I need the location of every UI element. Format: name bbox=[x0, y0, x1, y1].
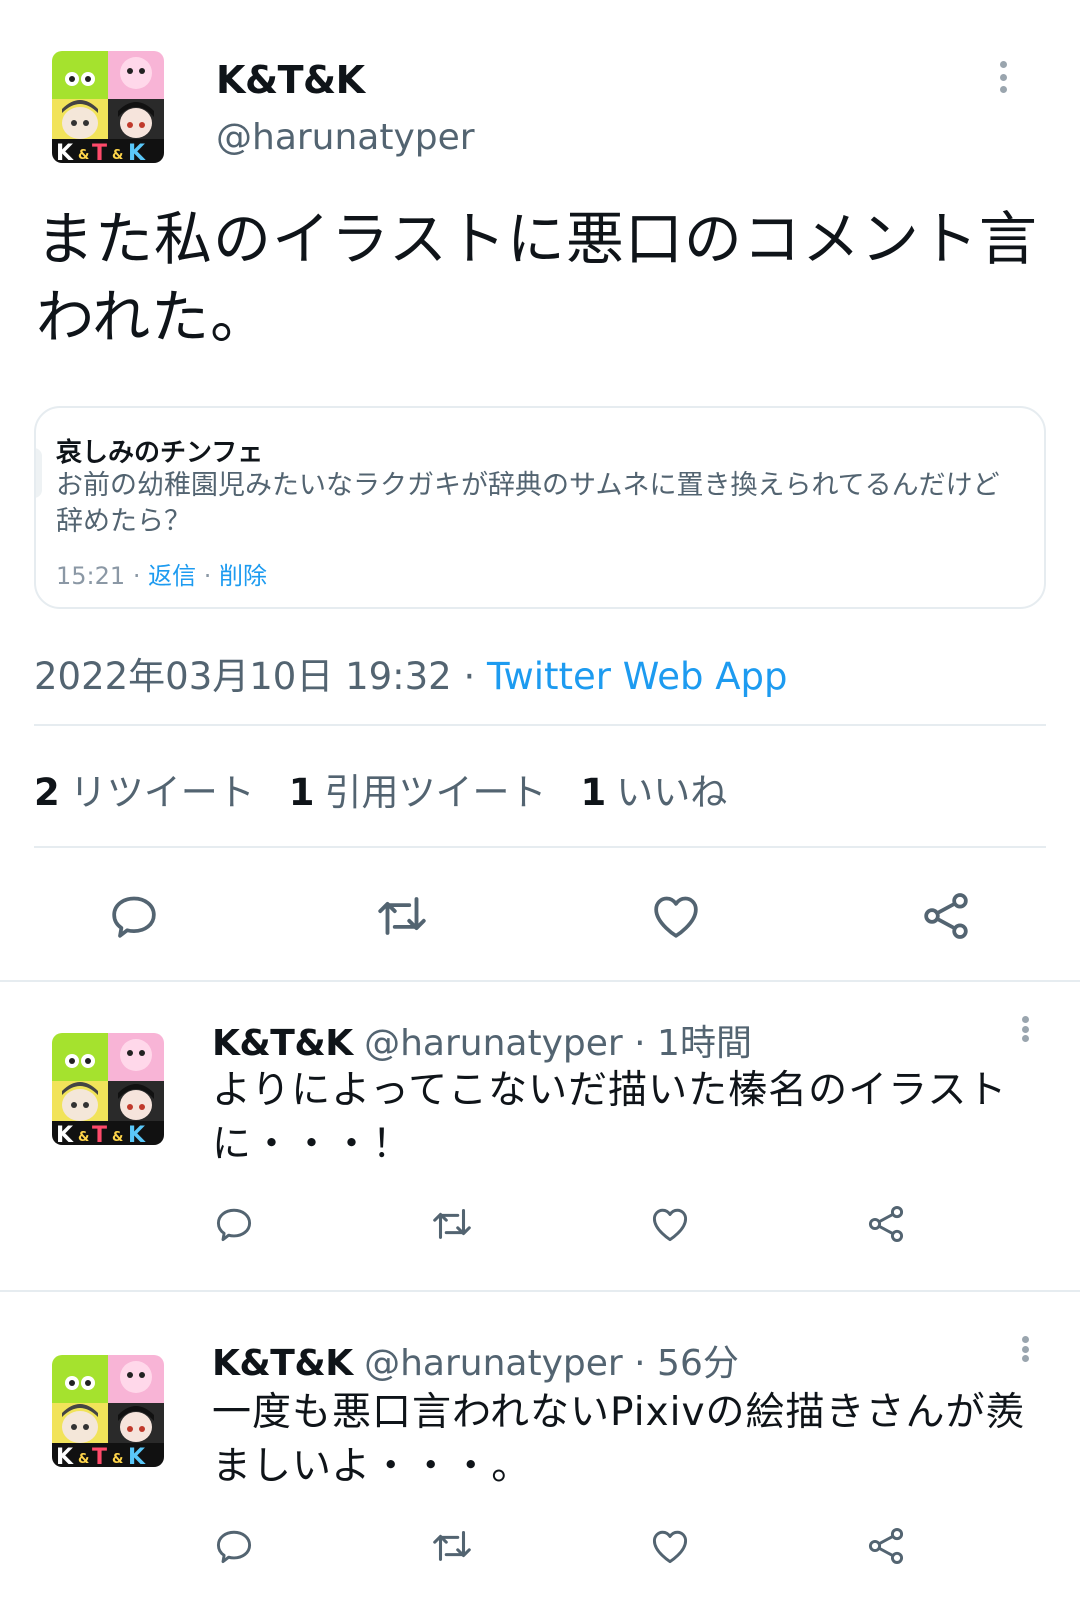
reply-header: K&T&K @harunatyper · 56分 bbox=[212, 1334, 739, 1386]
avatar-logo-k2: K bbox=[128, 141, 146, 163]
avatar-logo-amp1: & bbox=[78, 1130, 89, 1145]
source-link[interactable]: Twitter Web App bbox=[487, 655, 787, 698]
comment-line-1: お前の幼稚園児みたいなラクガキが辞典のサムネに置き換えられてるんだけど bbox=[56, 470, 1000, 501]
reply-icon[interactable] bbox=[104, 886, 164, 946]
tweet-text: また私のイラストに悪口のコメント言われた。 bbox=[36, 205, 1038, 351]
reply-time[interactable]: 1時間 bbox=[657, 1023, 752, 1064]
reply-icon[interactable] bbox=[210, 1200, 258, 1248]
avatar-logo-amp1: & bbox=[78, 1452, 89, 1467]
comment-delete-link[interactable]: 削除 bbox=[219, 562, 267, 590]
like-icon[interactable] bbox=[646, 1522, 694, 1570]
retweet-stat[interactable]: 2 リツイート bbox=[34, 762, 255, 816]
like-icon[interactable] bbox=[646, 1200, 694, 1248]
avatar-logo-amp2: & bbox=[112, 1452, 123, 1467]
comment-reply-link[interactable]: 返信 bbox=[148, 562, 196, 590]
reply-author-name[interactable]: K&T&K bbox=[212, 1023, 353, 1064]
avatar[interactable]: K & T & K bbox=[52, 1355, 164, 1467]
reply-header: K&T&K @harunatyper · 1時間 bbox=[212, 1014, 752, 1066]
more-icon[interactable] bbox=[988, 55, 1018, 99]
meta-separator: · bbox=[132, 562, 141, 590]
avatar[interactable]: K & T & K bbox=[52, 1033, 164, 1145]
reply-separator: · bbox=[634, 1343, 646, 1384]
avatar-logo-t: T bbox=[92, 141, 107, 163]
reply-icon[interactable] bbox=[210, 1522, 258, 1570]
avatar-logo-t: T bbox=[92, 1445, 107, 1467]
quote-stat[interactable]: 1 引用ツイート bbox=[289, 762, 547, 816]
share-icon[interactable] bbox=[862, 1200, 910, 1248]
reply-text: よりによってこないだ描いた榛名のイラストに・・・！ bbox=[212, 1068, 1008, 1167]
avatar-logo-k2: K bbox=[128, 1445, 146, 1467]
avatar-logo-k1: K bbox=[56, 1123, 74, 1145]
comment-meta: 15:21 · 返信 · 削除 bbox=[56, 556, 267, 591]
retweet-icon[interactable] bbox=[428, 1200, 476, 1248]
reply-author-handle[interactable]: @harunatyper bbox=[364, 1023, 623, 1064]
meta-separator: · bbox=[203, 562, 212, 590]
author-handle[interactable]: @harunatyper bbox=[216, 117, 475, 158]
reply-author-name[interactable]: K&T&K bbox=[212, 1343, 353, 1384]
reply-author-handle[interactable]: @harunatyper bbox=[364, 1343, 623, 1384]
like-icon[interactable] bbox=[646, 886, 706, 946]
tweet-timestamp: 2022年03月10日 19:32 · Twitter Web App bbox=[34, 646, 788, 700]
avatar-logo-amp2: & bbox=[112, 1130, 123, 1145]
comment-time: 15:21 bbox=[56, 562, 126, 590]
retweet-icon[interactable] bbox=[372, 886, 432, 946]
timestamp-date[interactable]: 2022年03月10日 19:32 bbox=[34, 655, 452, 698]
author-name[interactable]: K&T&K bbox=[216, 58, 365, 102]
comment-body: お前の幼稚園児みたいなラクガキが辞典のサムネに置き換えられてるんだけど 辞めたら… bbox=[56, 468, 1044, 540]
divider bbox=[34, 846, 1046, 848]
avatar-logo-t: T bbox=[92, 1123, 107, 1145]
section-divider bbox=[0, 1290, 1080, 1292]
card-edge-decoration bbox=[36, 448, 42, 498]
share-icon[interactable] bbox=[862, 1522, 910, 1570]
comment-line-2: 辞めたら？ bbox=[56, 506, 191, 537]
reply-separator: · bbox=[634, 1023, 646, 1064]
divider bbox=[34, 724, 1046, 726]
avatar-logo-amp1: & bbox=[78, 148, 89, 163]
reply-time[interactable]: 56分 bbox=[657, 1343, 739, 1384]
avatar-logo-k2: K bbox=[128, 1123, 146, 1145]
avatar-logo-amp2: & bbox=[112, 148, 123, 163]
like-stat[interactable]: 1 いいね bbox=[581, 762, 728, 816]
quoted-comment-card[interactable]: 哀しみのチンフェ お前の幼稚園児みたいなラクガキが辞典のサムネに置き換えられてる… bbox=[34, 406, 1046, 609]
retweet-icon[interactable] bbox=[428, 1522, 476, 1570]
engagement-stats: 2 リツイート 1 引用ツイート 1 いいね bbox=[34, 762, 727, 816]
avatar[interactable]: K & T & K bbox=[52, 51, 164, 163]
timestamp-separator: · bbox=[463, 655, 476, 698]
reply-text: 一度も悪口言われないPixivの絵描きさんが羨ましいよ・・・。 bbox=[212, 1390, 1026, 1489]
avatar-logo-k1: K bbox=[56, 1445, 74, 1467]
section-divider bbox=[0, 980, 1080, 982]
share-icon[interactable] bbox=[916, 886, 976, 946]
more-icon[interactable] bbox=[1010, 1330, 1040, 1368]
avatar-logo-k1: K bbox=[56, 141, 74, 163]
more-icon[interactable] bbox=[1010, 1010, 1040, 1048]
comment-author: 哀しみのチンフェ bbox=[56, 438, 264, 468]
